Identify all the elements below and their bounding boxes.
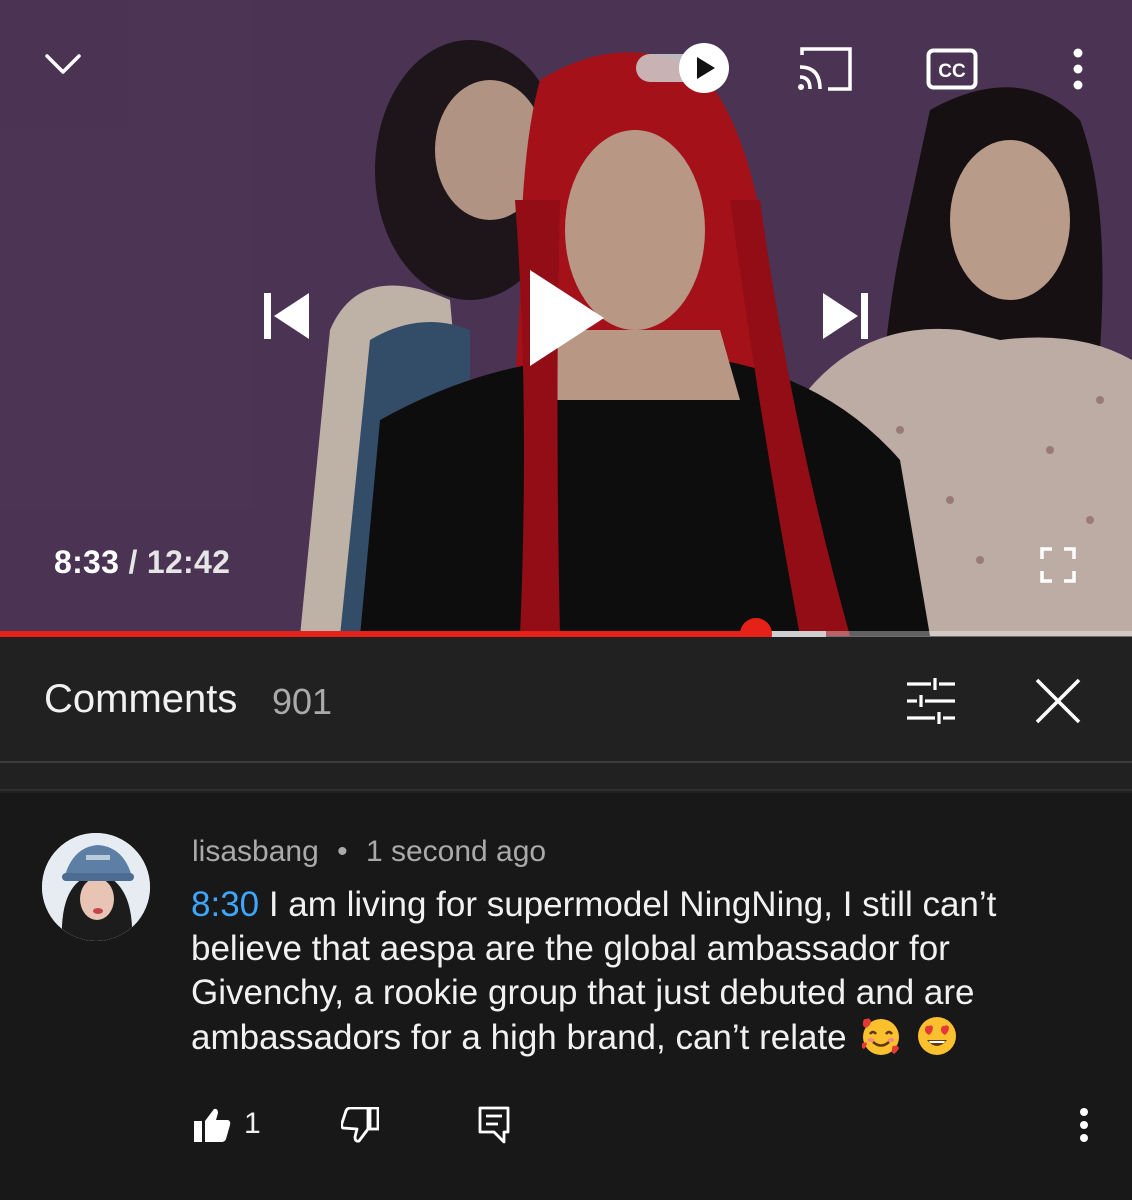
skip-next-icon: [823, 293, 868, 339]
more-vert-icon: [1073, 48, 1083, 90]
comment-time: 1 second ago: [365, 835, 547, 868]
reply-icon: [478, 1106, 510, 1144]
autoplay-toggle-icon: [636, 43, 729, 93]
time-separator: /: [128, 544, 138, 580]
time-readout: 8:33 / 12:42: [54, 544, 230, 581]
chevron-down-icon: [45, 54, 81, 74]
reply-button[interactable]: [470, 1103, 518, 1147]
comments-header: Comments 901: [0, 637, 1132, 763]
meta-separator: •: [337, 835, 348, 868]
thumbs-up-icon: [194, 1108, 231, 1142]
comments-count: 901: [272, 681, 333, 722]
comment-author[interactable]: lisasbang: [192, 835, 319, 868]
cast-button[interactable]: [790, 40, 858, 98]
dislike-button[interactable]: [336, 1103, 384, 1147]
avatar-image: [42, 833, 150, 941]
video-player[interactable]: CC 8:33 / 12:42: [0, 0, 1132, 636]
header-divider: [0, 765, 1132, 791]
previous-video-button[interactable]: [246, 276, 326, 356]
comment-item: lisasbang • 1 second ago 8:30 I am livin…: [0, 793, 1132, 1200]
skip-previous-icon: [264, 293, 309, 339]
comment-meta: lisasbang • 1 second ago: [192, 835, 546, 869]
total-duration: 12:42: [146, 544, 231, 580]
comment-text: 8:30 I am living for supermodel NingNing…: [191, 883, 1071, 1060]
sort-comments-button[interactable]: [900, 673, 962, 729]
current-time: 8:33: [54, 544, 120, 580]
timestamp-link[interactable]: 8:30: [191, 885, 259, 924]
captions-label: CC: [938, 61, 966, 82]
play-button[interactable]: [510, 258, 622, 378]
next-video-button[interactable]: [806, 276, 886, 356]
sort-filter-icon: [907, 678, 955, 724]
comment-more-button[interactable]: [1064, 1101, 1104, 1149]
like-count: 1: [244, 1107, 261, 1140]
smiling-face-with-hearts-icon: [862, 1018, 900, 1055]
cast-icon: [798, 47, 852, 91]
fullscreen-icon: [1040, 547, 1076, 583]
fullscreen-button[interactable]: [1030, 540, 1086, 590]
play-icon: [530, 270, 604, 366]
more-vert-icon: [1080, 1108, 1088, 1142]
captions-button[interactable]: CC: [918, 40, 986, 98]
heart-eyes-icon: [918, 1017, 957, 1055]
close-comments-button[interactable]: [1028, 671, 1088, 731]
like-button[interactable]: [190, 1103, 234, 1147]
avatar[interactable]: [42, 833, 150, 941]
close-icon: [1035, 678, 1081, 724]
comments-title: Comments: [44, 677, 238, 721]
thumbs-down-icon: [341, 1107, 379, 1143]
closed-captions-icon: CC: [926, 48, 978, 90]
player-more-button[interactable]: [1054, 40, 1102, 98]
autoplay-toggle[interactable]: [634, 42, 732, 94]
collapse-button[interactable]: [36, 40, 90, 88]
